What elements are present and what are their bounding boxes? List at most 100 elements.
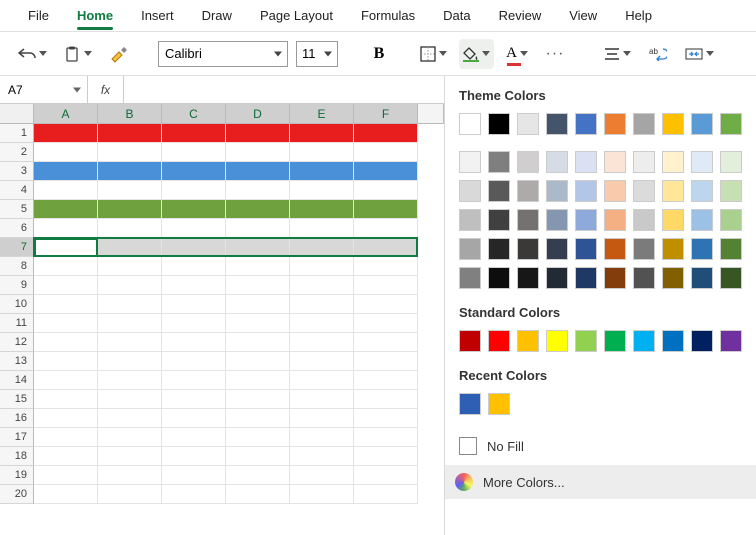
cell-B16[interactable] (98, 409, 162, 428)
cell-A8[interactable] (34, 257, 98, 276)
cell-E5[interactable] (290, 200, 354, 219)
more-colors-option[interactable]: More Colors... (445, 465, 756, 499)
font-color-button[interactable]: A (502, 39, 532, 69)
theme-color-1[interactable] (488, 113, 510, 135)
borders-button[interactable] (416, 39, 451, 69)
cell-D10[interactable] (226, 295, 290, 314)
row-header-20[interactable]: 20 (0, 485, 34, 504)
row-header-10[interactable]: 10 (0, 295, 34, 314)
standard-color-9[interactable] (720, 330, 742, 352)
theme-color-7[interactable] (662, 113, 684, 135)
column-header-F[interactable]: F (354, 104, 418, 124)
cell-A14[interactable] (34, 371, 98, 390)
cell-A15[interactable] (34, 390, 98, 409)
theme-shade-3-9[interactable] (720, 238, 742, 260)
row-header-6[interactable]: 6 (0, 219, 34, 238)
cell-C14[interactable] (162, 371, 226, 390)
theme-shade-3-1[interactable] (488, 238, 510, 260)
theme-shade-3-7[interactable] (662, 238, 684, 260)
column-header-A[interactable]: A (34, 104, 98, 124)
font-family-select[interactable]: Calibri (158, 41, 288, 67)
theme-color-8[interactable] (691, 113, 713, 135)
standard-color-4[interactable] (575, 330, 597, 352)
theme-shade-3-0[interactable] (459, 238, 481, 260)
theme-shade-2-6[interactable] (633, 209, 655, 231)
theme-shade-1-5[interactable] (604, 180, 626, 202)
name-box[interactable]: A7 (0, 76, 88, 103)
theme-shade-4-0[interactable] (459, 267, 481, 289)
theme-shade-4-6[interactable] (633, 267, 655, 289)
cell-D13[interactable] (226, 352, 290, 371)
cell-E12[interactable] (290, 333, 354, 352)
row-header-14[interactable]: 14 (0, 371, 34, 390)
cell-F13[interactable] (354, 352, 418, 371)
cell-E17[interactable] (290, 428, 354, 447)
tab-file[interactable]: File (14, 2, 63, 29)
standard-color-7[interactable] (662, 330, 684, 352)
tab-view[interactable]: View (555, 2, 611, 29)
cell-C5[interactable] (162, 200, 226, 219)
theme-shade-4-7[interactable] (662, 267, 684, 289)
cell-B7[interactable] (98, 238, 162, 257)
row-header-17[interactable]: 17 (0, 428, 34, 447)
cell-E13[interactable] (290, 352, 354, 371)
theme-shade-2-5[interactable] (604, 209, 626, 231)
merge-button[interactable] (681, 39, 718, 69)
cell-D3[interactable] (226, 162, 290, 181)
cell-F20[interactable] (354, 485, 418, 504)
theme-shade-4-8[interactable] (691, 267, 713, 289)
cell-E9[interactable] (290, 276, 354, 295)
theme-shade-2-7[interactable] (662, 209, 684, 231)
theme-shade-0-0[interactable] (459, 151, 481, 173)
column-header-B[interactable]: B (98, 104, 162, 124)
cell-D9[interactable] (226, 276, 290, 295)
theme-shade-2-0[interactable] (459, 209, 481, 231)
row-header-12[interactable]: 12 (0, 333, 34, 352)
cell-F12[interactable] (354, 333, 418, 352)
cell-B5[interactable] (98, 200, 162, 219)
cell-F8[interactable] (354, 257, 418, 276)
cell-C12[interactable] (162, 333, 226, 352)
cell-C8[interactable] (162, 257, 226, 276)
row-header-8[interactable]: 8 (0, 257, 34, 276)
select-all-corner[interactable] (0, 104, 34, 124)
cell-A18[interactable] (34, 447, 98, 466)
theme-shade-1-2[interactable] (517, 180, 539, 202)
more-font-button[interactable]: ··· (540, 39, 570, 69)
theme-shade-0-6[interactable] (633, 151, 655, 173)
theme-shade-2-3[interactable] (546, 209, 568, 231)
tab-help[interactable]: Help (611, 2, 666, 29)
recent-color-0[interactable] (459, 393, 481, 415)
cell-F11[interactable] (354, 314, 418, 333)
cell-C18[interactable] (162, 447, 226, 466)
cell-D2[interactable] (226, 143, 290, 162)
cell-E4[interactable] (290, 181, 354, 200)
cell-F7[interactable] (354, 238, 418, 257)
tab-insert[interactable]: Insert (127, 2, 188, 29)
cell-F18[interactable] (354, 447, 418, 466)
cell-E8[interactable] (290, 257, 354, 276)
theme-color-9[interactable] (720, 113, 742, 135)
theme-shade-2-4[interactable] (575, 209, 597, 231)
theme-color-6[interactable] (633, 113, 655, 135)
cell-C19[interactable] (162, 466, 226, 485)
standard-color-5[interactable] (604, 330, 626, 352)
cell-D7[interactable] (226, 238, 290, 257)
cell-A2[interactable] (34, 143, 98, 162)
no-fill-option[interactable]: No Fill (459, 431, 742, 461)
cell-E10[interactable] (290, 295, 354, 314)
cell-E19[interactable] (290, 466, 354, 485)
cell-A4[interactable] (34, 181, 98, 200)
standard-color-3[interactable] (546, 330, 568, 352)
cell-C9[interactable] (162, 276, 226, 295)
cell-D15[interactable] (226, 390, 290, 409)
theme-shade-0-8[interactable] (691, 151, 713, 173)
cell-F10[interactable] (354, 295, 418, 314)
standard-color-1[interactable] (488, 330, 510, 352)
cell-D17[interactable] (226, 428, 290, 447)
cell-F9[interactable] (354, 276, 418, 295)
cell-A20[interactable] (34, 485, 98, 504)
format-painter-button[interactable] (104, 39, 134, 69)
theme-shade-2-1[interactable] (488, 209, 510, 231)
recent-color-1[interactable] (488, 393, 510, 415)
